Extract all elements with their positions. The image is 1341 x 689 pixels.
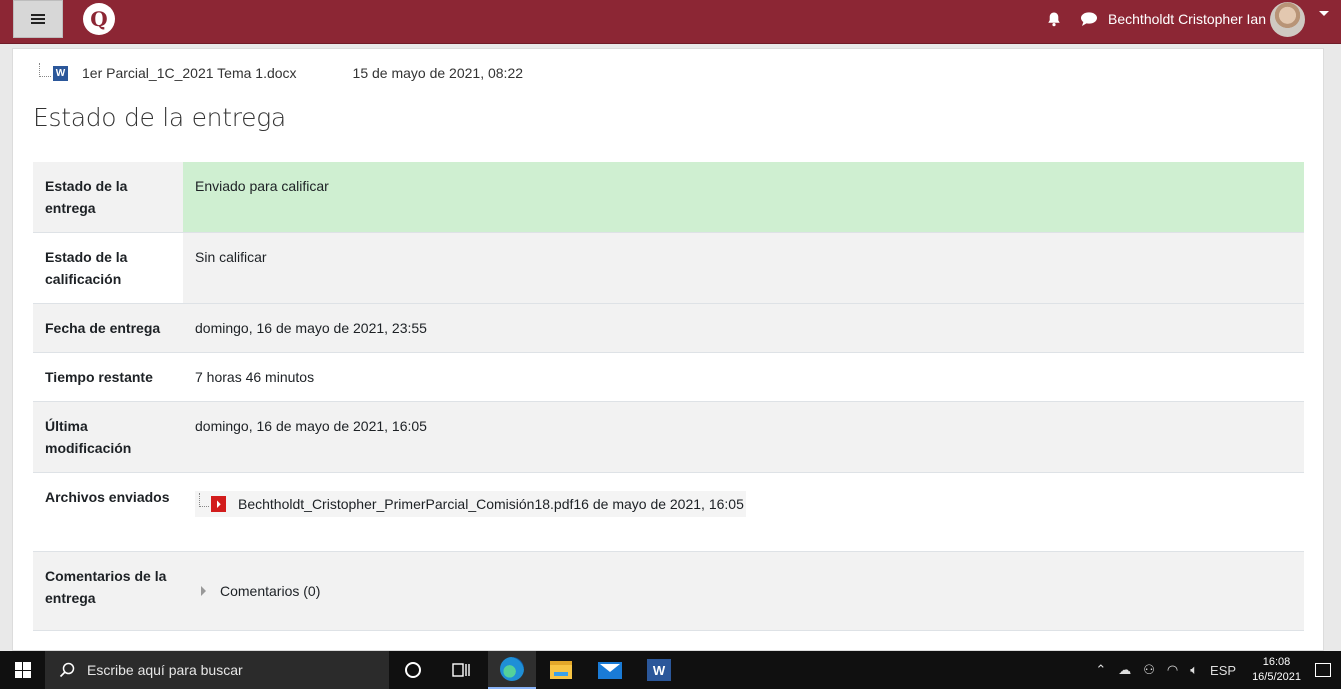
chevron-up-icon[interactable]: ⌃ [1095, 662, 1106, 678]
clock-time: 16:08 [1262, 656, 1291, 668]
word-app-icon: W [647, 659, 671, 681]
attachment-date: 15 de mayo de 2021, 08:22 [352, 65, 524, 81]
comments-link[interactable]: Comentarios (0) [220, 580, 320, 602]
task-view-button[interactable] [437, 651, 485, 689]
cortana-button[interactable] [389, 651, 437, 689]
row-label: Tiempo restante [33, 352, 183, 402]
language-indicator[interactable]: ESP [1210, 663, 1236, 678]
tree-connector [199, 493, 209, 507]
user-name[interactable]: Bechtholdt Cristopher Ian [1108, 11, 1266, 27]
content-card: W 1er Parcial_1C_2021 Tema 1.docx 15 de … [12, 48, 1324, 651]
menu-icon [31, 12, 45, 26]
edge-icon [500, 657, 524, 681]
power-icon[interactable]: ⚇ [1143, 662, 1155, 678]
taskbar-explorer[interactable] [537, 651, 585, 689]
grading-status-value: Sin calificar [183, 232, 1304, 304]
tree-connector [39, 63, 51, 77]
top-navbar: Q Bechtholdt Cristopher Ian [0, 0, 1341, 44]
taskbar-edge[interactable] [488, 651, 536, 689]
start-button[interactable] [0, 651, 45, 689]
comments-cell: Comentarios (0) [183, 551, 1304, 631]
submission-status-table: Estado de la entrega Enviado para califi… [33, 162, 1304, 631]
table-row-files: Archivos enviados ⏵ Bechtholdt_Cristophe… [33, 472, 1304, 552]
submitted-file-link[interactable]: Bechtholdt_Cristopher_PrimerParcial_Comi… [238, 493, 573, 515]
chat-icon[interactable] [1080, 11, 1098, 27]
cortana-icon [405, 662, 421, 678]
taskbar-mail[interactable] [586, 651, 634, 689]
taskbar: Escribe aquí para buscar W ⌃ ☁ ⚇ ◠ 🔈︎ ES… [0, 651, 1341, 689]
last-modified-value: domingo, 16 de mayo de 2021, 16:05 [183, 401, 1304, 473]
folder-icon [550, 661, 572, 679]
section-title: Estado de la entrega [33, 103, 286, 132]
due-date-value: domingo, 16 de mayo de 2021, 23:55 [183, 303, 1304, 353]
search-icon [59, 662, 75, 678]
row-label: Estado de la calificación [33, 232, 183, 304]
volume-icon[interactable]: 🔈︎ [1190, 662, 1198, 678]
user-nav: Bechtholdt Cristopher Ian [1046, 0, 1341, 38]
site-logo[interactable]: Q [83, 3, 115, 35]
word-icon: W [53, 65, 68, 81]
caret-down-icon[interactable] [1319, 10, 1329, 16]
cloud-icon[interactable]: ☁ [1118, 662, 1131, 678]
windows-logo-icon [14, 662, 31, 678]
clock[interactable]: 16:08 16/5/2021 [1252, 655, 1301, 685]
row-label: Fecha de entrega [33, 303, 183, 353]
comments-toggle[interactable]: Comentarios (0) [195, 580, 1292, 602]
bell-icon[interactable] [1046, 11, 1062, 27]
avatar[interactable] [1270, 1, 1305, 37]
submission-status-value: Enviado para calificar [183, 162, 1304, 233]
assignment-attachment: W 1er Parcial_1C_2021 Tema 1.docx 15 de … [39, 63, 523, 83]
files-cell: ⏵ Bechtholdt_Cristopher_PrimerParcial_Co… [183, 472, 1304, 552]
row-label: Última modificación [33, 401, 183, 473]
wifi-icon[interactable]: ◠ [1167, 662, 1178, 678]
table-row-grading-status: Estado de la calificación Sin calificar [33, 232, 1304, 304]
pdf-icon: ⏵ [211, 496, 226, 512]
submitted-file-date: 16 de mayo de 2021, 16:05 [573, 496, 744, 512]
taskbar-word[interactable]: W [635, 651, 683, 689]
expand-arrow-icon [201, 586, 206, 596]
notification-icon[interactable] [1315, 663, 1331, 677]
table-row-due-date: Fecha de entrega domingo, 16 de mayo de … [33, 303, 1304, 353]
table-row-comments: Comentarios de la entrega Comentarios (0… [33, 551, 1304, 631]
row-label: Archivos enviados [33, 472, 183, 552]
attachment-link[interactable]: 1er Parcial_1C_2021 Tema 1.docx [82, 65, 297, 81]
taskbar-search[interactable]: Escribe aquí para buscar [45, 651, 389, 689]
table-row-last-modified: Última modificación domingo, 16 de mayo … [33, 401, 1304, 473]
task-view-icon [452, 663, 470, 677]
table-row-submission-status: Estado de la entrega Enviado para califi… [33, 162, 1304, 233]
submitted-file: ⏵ Bechtholdt_Cristopher_PrimerParcial_Co… [195, 491, 746, 517]
time-remaining-value: 7 horas 46 minutos [183, 352, 1304, 402]
search-placeholder: Escribe aquí para buscar [87, 662, 243, 678]
mail-icon [598, 661, 622, 679]
menu-toggle-button[interactable] [13, 0, 63, 38]
row-label: Comentarios de la entrega [33, 551, 183, 631]
table-row-time-remaining: Tiempo restante 7 horas 46 minutos [33, 352, 1304, 402]
system-tray: ⌃ ☁ ⚇ ◠ 🔈︎ ESP 16:08 16/5/2021 [1089, 651, 1341, 689]
clock-date: 16/5/2021 [1252, 671, 1301, 683]
row-label: Estado de la entrega [33, 162, 183, 233]
